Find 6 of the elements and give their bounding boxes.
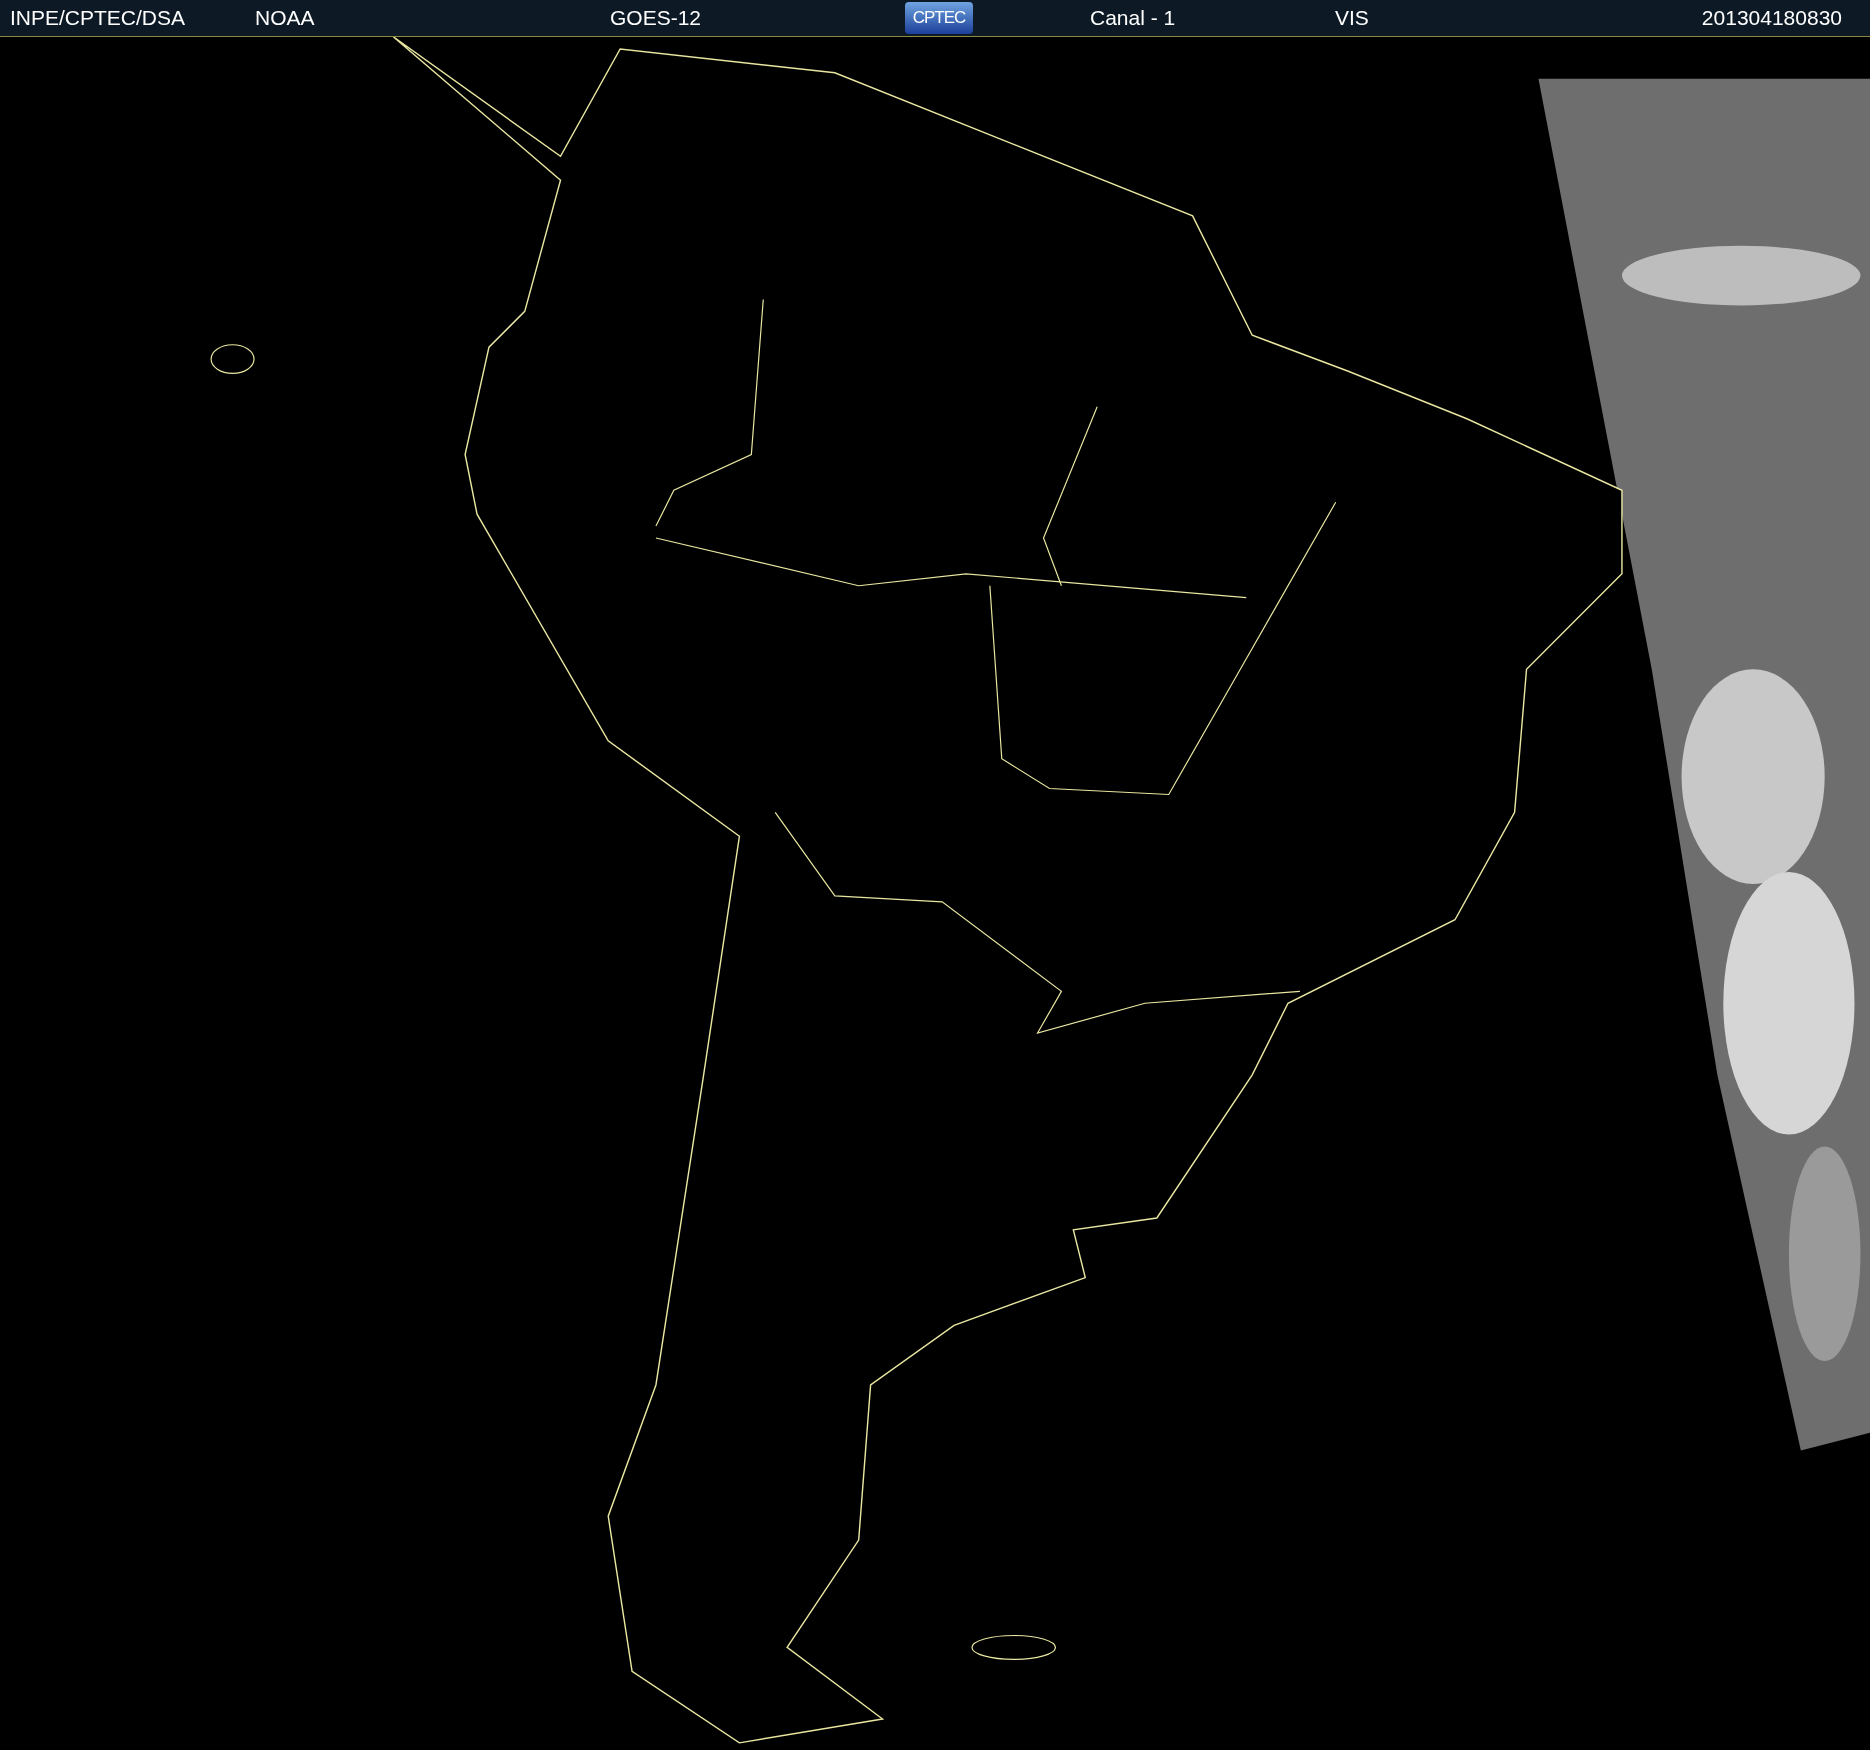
logo: CPTEC xyxy=(905,2,973,34)
timestamp-label: 201304180830 xyxy=(1701,6,1842,30)
agency-label: NOAA xyxy=(255,6,316,30)
band-label: VIS xyxy=(1335,6,1370,30)
source-label: INPE/CPTEC/DSA xyxy=(10,6,187,30)
channel-label: Canal - 1 xyxy=(1090,6,1177,30)
